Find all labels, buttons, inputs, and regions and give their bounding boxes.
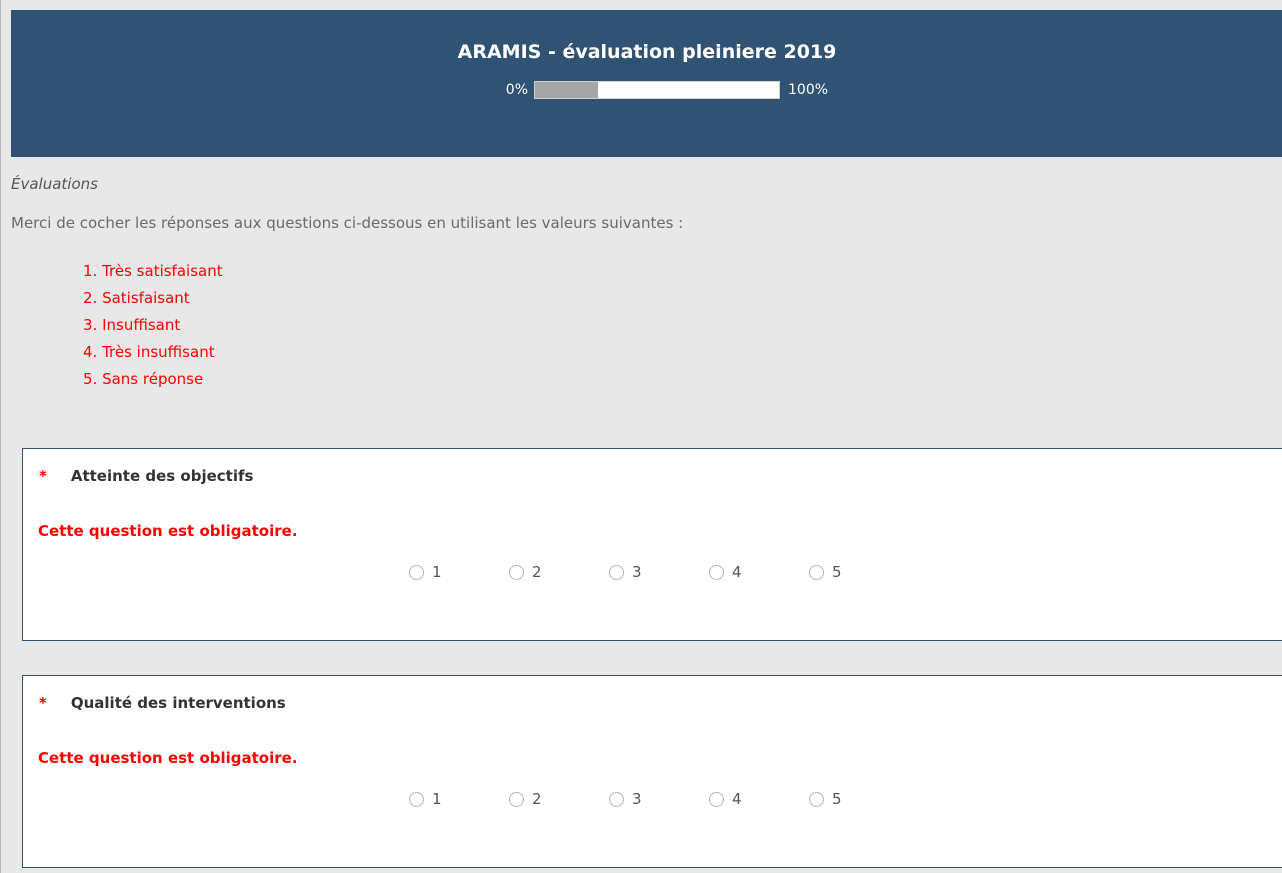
progress-bar-fill <box>535 82 599 98</box>
answer-label[interactable]: 1 <box>432 790 442 808</box>
group-name: Évaluations <box>11 175 98 193</box>
required-asterisk: * <box>39 694 47 712</box>
answer-option-4[interactable]: 4 <box>709 563 809 581</box>
radio-button[interactable] <box>509 791 524 807</box>
answer-option-1[interactable]: 1 <box>409 563 509 581</box>
required-asterisk: * <box>39 467 47 485</box>
scale-item: 4. Très insuffisant <box>83 343 215 361</box>
radio-button[interactable] <box>409 564 424 580</box>
answer-label[interactable]: 3 <box>632 790 642 808</box>
mandatory-message: Cette question est obligatoire. <box>38 522 298 540</box>
answer-option-1[interactable]: 1 <box>409 790 509 808</box>
answer-option-5[interactable]: 5 <box>809 563 909 581</box>
question-title: * Atteinte des objectifs <box>39 467 253 485</box>
answer-label[interactable]: 5 <box>832 790 842 808</box>
mandatory-message: Cette question est obligatoire. <box>38 749 298 767</box>
radio-button[interactable] <box>709 564 724 580</box>
radio-button[interactable] <box>409 791 424 807</box>
answer-label[interactable]: 2 <box>532 790 542 808</box>
question-title: * Qualité des interventions <box>39 694 286 712</box>
question-text: Atteinte des objectifs <box>70 467 254 485</box>
progress-min-label: 0% <box>505 82 528 98</box>
scale-item: 1. Très satisfaisant <box>83 262 223 280</box>
answer-options: 1 2 3 4 5 <box>409 790 909 808</box>
survey-content: Évaluations Merci de cocher les réponses… <box>11 157 1282 873</box>
question-qualite-interventions: * Qualité des interventions Cette questio… <box>22 675 1282 868</box>
question-atteinte-objectifs: * Atteinte des objectifs Cette question e… <box>22 448 1282 641</box>
radio-button[interactable] <box>509 564 524 580</box>
answer-option-2[interactable]: 2 <box>509 563 609 581</box>
scale-item: 5. Sans réponse <box>83 370 204 388</box>
answer-label[interactable]: 1 <box>432 563 442 581</box>
question-text: Qualité des interventions <box>70 694 286 712</box>
survey-title: ARAMIS - évaluation pleiniere 2019 <box>457 41 837 63</box>
answer-label[interactable]: 3 <box>632 563 642 581</box>
answer-label[interactable]: 2 <box>532 563 542 581</box>
progress-bar <box>534 81 780 99</box>
radio-button[interactable] <box>609 791 624 807</box>
answer-label[interactable]: 4 <box>732 790 742 808</box>
answer-label[interactable]: 4 <box>732 563 742 581</box>
answer-option-3[interactable]: 3 <box>609 563 709 581</box>
rating-scale-legend: 1. Très satisfaisant 2. Satisfaisant 3. … <box>83 258 223 393</box>
radio-button[interactable] <box>809 564 824 580</box>
answer-option-2[interactable]: 2 <box>509 790 609 808</box>
group-description: Merci de cocher les réponses aux questio… <box>11 214 684 232</box>
answer-label[interactable]: 5 <box>832 563 842 581</box>
progress-max-label: 100% <box>788 82 829 98</box>
radio-button[interactable] <box>609 564 624 580</box>
scale-item: 3. Insuffisant <box>83 316 181 334</box>
radio-button[interactable] <box>709 791 724 807</box>
progress-indicator: 0% 100% <box>482 78 828 102</box>
answer-option-3[interactable]: 3 <box>609 790 709 808</box>
radio-button[interactable] <box>809 791 824 807</box>
answer-options: 1 2 3 4 5 <box>409 563 909 581</box>
survey-header: ARAMIS - évaluation pleiniere 2019 0% 10… <box>11 10 1282 157</box>
answer-option-4[interactable]: 4 <box>709 790 809 808</box>
survey-page: ARAMIS - évaluation pleiniere 2019 0% 10… <box>0 0 1282 873</box>
answer-option-5[interactable]: 5 <box>809 790 909 808</box>
scale-item: 2. Satisfaisant <box>83 289 190 307</box>
